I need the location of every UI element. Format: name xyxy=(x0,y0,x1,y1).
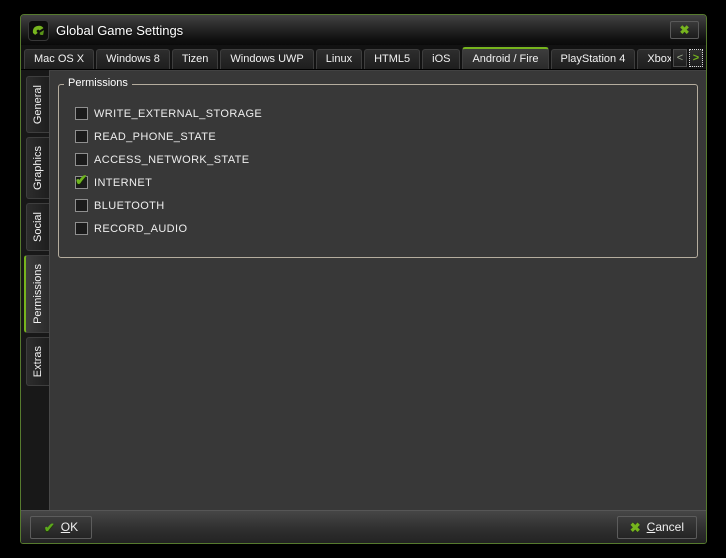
tab-windows-uwp[interactable]: Windows UWP xyxy=(220,49,313,69)
checkbox-internet[interactable] xyxy=(75,176,88,189)
sidetab-graphics[interactable]: Graphics xyxy=(26,137,49,199)
ok-check-icon: ✔ xyxy=(44,521,55,534)
sidetab-social[interactable]: Social xyxy=(26,203,49,251)
platform-tab-bar: Mac OS X Windows 8 Tizen Windows UWP Lin… xyxy=(21,45,706,70)
sidetab-permissions[interactable]: Permissions xyxy=(24,255,49,333)
checkbox-write-external-storage[interactable] xyxy=(75,107,88,120)
tab-linux[interactable]: Linux xyxy=(316,49,362,69)
permissions-groupbox: Permissions WRITE_EXTERNAL_STORAGE READ_… xyxy=(58,84,698,258)
cancel-x-icon: ✖ xyxy=(630,521,641,534)
dialog-footer: ✔ OK ✖ Cancel xyxy=(21,510,706,543)
checkrow-write-external-storage[interactable]: WRITE_EXTERNAL_STORAGE xyxy=(75,102,687,125)
cancel-button-label: Cancel xyxy=(647,520,684,534)
tab-mac-os-x[interactable]: Mac OS X xyxy=(24,49,94,69)
tab-android-fire[interactable]: Android / Fire xyxy=(462,47,548,69)
checkrow-access-network-state[interactable]: ACCESS_NETWORK_STATE xyxy=(75,148,687,171)
cancel-button[interactable]: ✖ Cancel xyxy=(617,516,697,539)
sidetab-extras[interactable]: Extras xyxy=(26,337,49,386)
tab-scroll-right-icon[interactable]: > xyxy=(689,49,703,67)
title-bar[interactable]: Global Game Settings ✖ xyxy=(21,15,706,45)
checkrow-read-phone-state[interactable]: READ_PHONE_STATE xyxy=(75,125,687,148)
category-tab-strip: General Graphics Social Permissions Extr… xyxy=(21,70,49,510)
checkrow-internet[interactable]: INTERNET xyxy=(75,171,687,194)
permissions-panel: Permissions WRITE_EXTERNAL_STORAGE READ_… xyxy=(49,70,706,510)
checkbox-record-audio[interactable] xyxy=(75,222,88,235)
tab-ios[interactable]: iOS xyxy=(422,49,460,69)
global-game-settings-dialog: Global Game Settings ✖ Mac OS X Windows … xyxy=(20,14,707,544)
groupbox-label: Permissions xyxy=(64,77,132,89)
tab-windows-8[interactable]: Windows 8 xyxy=(96,49,170,69)
tab-xbox-one[interactable]: Xbox One xyxy=(637,49,671,69)
tab-html5[interactable]: HTML5 xyxy=(364,49,420,69)
window-title: Global Game Settings xyxy=(56,23,183,38)
tab-scroll-left-icon[interactable]: < xyxy=(673,49,687,67)
checkrow-bluetooth[interactable]: BLUETOOTH xyxy=(75,194,687,217)
gamemaker-logo-icon xyxy=(28,20,49,41)
platform-tabs-clip: Mac OS X Windows 8 Tizen Windows UWP Lin… xyxy=(24,47,671,69)
checkbox-bluetooth[interactable] xyxy=(75,199,88,212)
tab-tizen[interactable]: Tizen xyxy=(172,49,219,69)
sidetab-general[interactable]: General xyxy=(26,76,49,133)
close-button[interactable]: ✖ xyxy=(670,21,699,39)
ok-button[interactable]: ✔ OK xyxy=(30,516,92,539)
checkbox-read-phone-state[interactable] xyxy=(75,130,88,143)
checkrow-record-audio[interactable]: RECORD_AUDIO xyxy=(75,217,687,240)
main-area: General Graphics Social Permissions Extr… xyxy=(21,70,706,510)
ok-button-label: OK xyxy=(61,520,78,534)
tab-playstation-4[interactable]: PlayStation 4 xyxy=(551,49,636,69)
tab-scrollers: < > xyxy=(673,49,703,69)
checkbox-access-network-state[interactable] xyxy=(75,153,88,166)
